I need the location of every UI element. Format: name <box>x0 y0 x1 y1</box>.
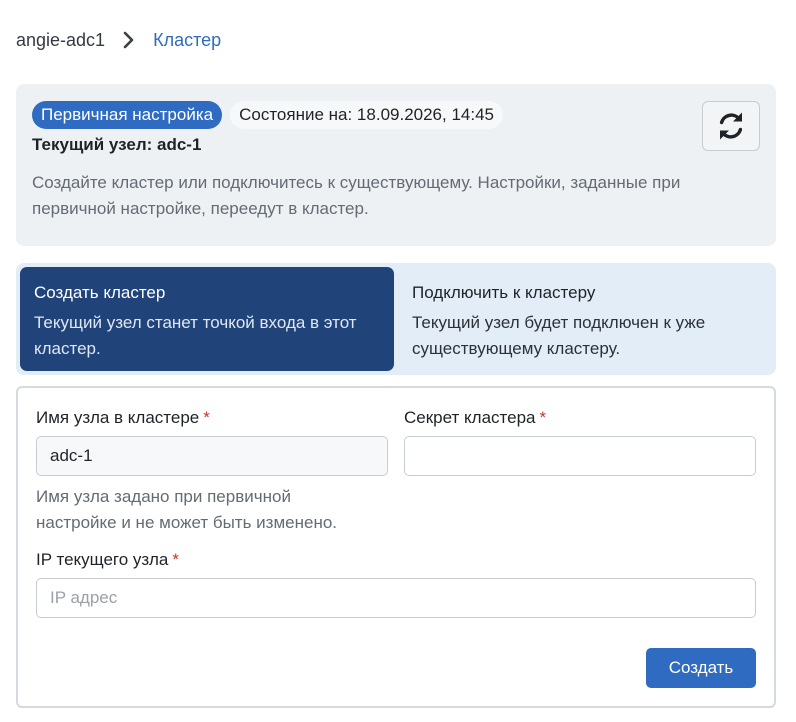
refresh-button[interactable] <box>702 101 760 151</box>
cluster-secret-label-text: Секрет кластера <box>404 408 536 427</box>
node-name-input[interactable] <box>36 436 388 476</box>
breadcrumb: angie-adc1 Кластер <box>16 28 221 52</box>
create-cluster-button[interactable]: Создать <box>646 648 756 688</box>
required-mark: * <box>203 408 210 427</box>
node-name-label: Имя узла в кластере * <box>36 408 210 428</box>
mode-create-title: Создать кластер <box>34 283 166 302</box>
node-ip-input[interactable] <box>36 578 756 618</box>
breadcrumb-current[interactable]: Кластер <box>153 30 221 51</box>
mode-join-cluster[interactable]: Подключить к кластеру Текущий узел будет… <box>398 267 772 371</box>
mode-join-title: Подключить к кластеру <box>412 283 596 302</box>
mode-join-subtitle: Текущий узел будет подключен к уже сущес… <box>412 313 706 358</box>
required-mark: * <box>539 408 547 427</box>
refresh-icon <box>719 112 743 140</box>
required-mark: * <box>172 550 180 569</box>
cluster-secret-input[interactable] <box>404 436 756 476</box>
create-cluster-form: Имя узла в кластере* Имя узла задано при… <box>16 386 776 708</box>
mode-create-subtitle: Текущий узел станет точкой входа в этот … <box>34 313 357 358</box>
setup-badge: Первичная настройка <box>32 101 223 129</box>
node-ip-label-text: IP текущего узла <box>36 550 169 569</box>
state-timestamp-badge: Состояние на: 18.09.2026, 14:45 <box>230 101 504 129</box>
mode-create-cluster[interactable]: Создать кластер Текущий узел станет точк… <box>20 267 394 371</box>
status-badges: Первичная настройка Состояние на: 18.09.… <box>32 101 504 129</box>
cluster-secret-label: Секрет кластера * <box>404 408 546 428</box>
node-name-hint: Имя узла задано при первичной настройке … <box>36 487 338 532</box>
node-name-label-text: Имя узла в кластере <box>36 408 200 427</box>
status-panel: Первичная настройка Состояние на: 18.09.… <box>16 84 776 246</box>
panel-description: Создайте кластер или подключитесь к суще… <box>32 173 681 218</box>
breadcrumb-root-link[interactable]: angie-adc1 <box>16 30 105 51</box>
cluster-page: angie-adc1 Кластер Первичная настройка С… <box>0 0 796 722</box>
mode-selector: Создать кластер Текущий узел станет точк… <box>16 263 776 375</box>
chevron-right-icon <box>123 31 134 49</box>
current-node-label: Текущий узел: adc-1 <box>32 135 202 154</box>
node-ip-label: IP текущего узла * <box>36 550 179 570</box>
